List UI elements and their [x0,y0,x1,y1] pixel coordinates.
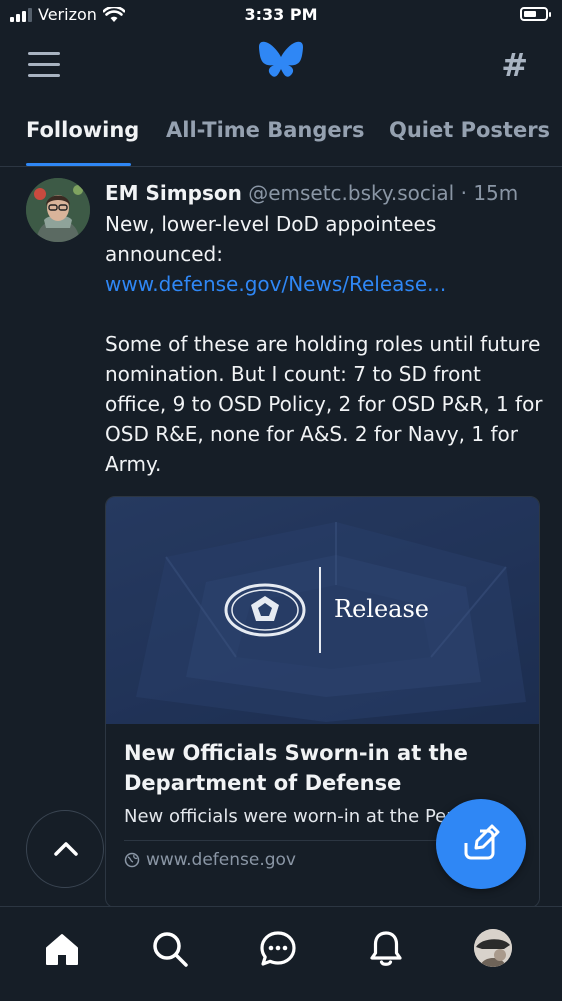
feed-tabs: Following All-Time Bangers Quiet Posters [0,108,562,167]
avatar-image [26,178,90,242]
author-name[interactable]: EM Simpson [105,181,242,205]
dod-seal-icon [224,583,306,637]
globe-icon [124,852,140,868]
butterfly-logo-icon[interactable] [258,40,304,82]
tab-quiet-posters[interactable]: Quiet Posters [389,118,550,142]
tab-following[interactable]: Following [26,118,139,142]
embed-title: New Officials Sworn-in at the Department… [124,741,468,795]
battery-icon [520,7,551,21]
embed-domain: www.defense.gov [146,850,296,870]
post-text-body: Some of these are holding roles until fu… [105,332,543,476]
hash-icon[interactable]: # [501,46,528,84]
compose-icon [464,824,500,860]
embed-image-label: Release [334,595,429,623]
author-handle[interactable]: @emsetc.bsky.social [248,181,454,205]
active-tab-indicator [26,163,131,166]
scroll-to-top-button[interactable] [26,810,104,888]
post-age: 15m [473,181,519,205]
post-text: New, lower-level DoD appointees announce… [105,209,545,479]
post-link[interactable]: www.defense.gov/News/Release... [105,272,446,296]
pentagon-photo-background [106,497,539,724]
profile-avatar[interactable] [474,929,512,967]
hamburger-menu-icon[interactable] [28,52,60,78]
chevron-up-icon [54,842,78,856]
status-time: 3:33 PM [244,5,318,24]
image-divider [319,567,321,653]
embed-image: Release [106,497,539,724]
post-header: EM Simpson @emsetc.bsky.social · 15m [105,179,545,207]
status-bar: Verizon 3:33 PM [0,0,562,34]
top-nav: # [0,34,562,96]
avatar[interactable] [26,178,90,242]
profile-avatar-image [474,929,512,967]
compose-button[interactable] [436,799,526,889]
tab-all-time-bangers[interactable]: All-Time Bangers [166,118,365,142]
post-body: EM Simpson @emsetc.bsky.social · 15m New… [105,179,545,479]
search-icon[interactable] [150,929,190,969]
header-separator: · [460,181,467,205]
chat-icon[interactable] [258,929,298,969]
home-icon[interactable] [42,929,82,969]
bell-icon[interactable] [366,929,406,969]
post-text-intro: New, lower-level DoD appointees announce… [105,212,443,266]
bottom-nav-bar [0,906,562,1001]
